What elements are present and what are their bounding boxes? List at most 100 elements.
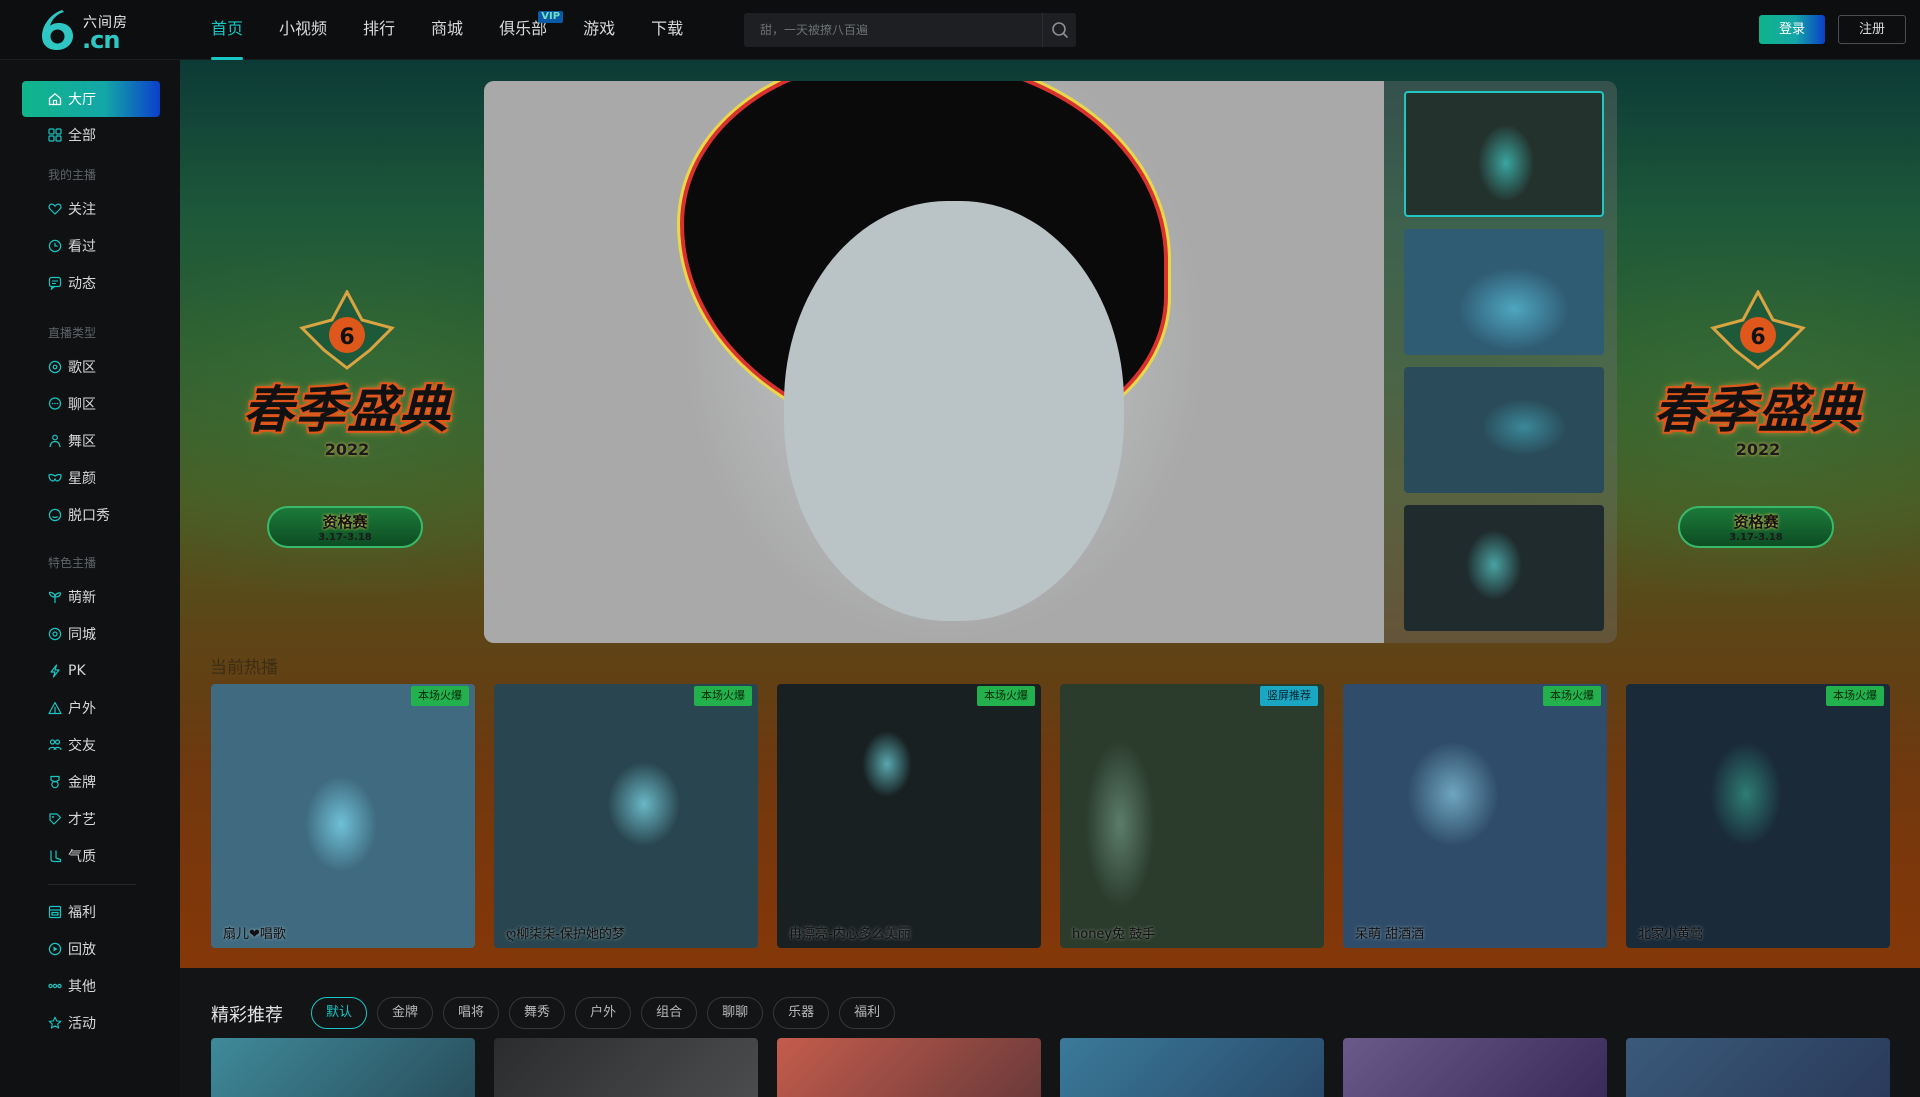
event-badge-right[interactable]: 6 春季盛典 2022 资格赛 3.17-3.18 bbox=[1618, 290, 1898, 560]
stream-card[interactable]: 本场火爆 呆萌 甜酒酒 bbox=[1343, 684, 1607, 948]
video-stream[interactable] bbox=[484, 81, 1384, 643]
sidebar-item-talkshow[interactable]: 脱口秀 bbox=[22, 497, 160, 533]
nav-short-video[interactable]: 小视频 bbox=[279, 0, 327, 60]
register-button[interactable]: 注册 bbox=[1838, 15, 1906, 44]
sidebar-item-label: 交友 bbox=[68, 738, 96, 754]
login-button[interactable]: 登录 bbox=[1759, 15, 1825, 44]
sidebar-item-temperament[interactable]: 气质 bbox=[22, 838, 160, 874]
thumbnail-item[interactable] bbox=[1404, 367, 1604, 493]
sidebar-item-history[interactable]: 看过 bbox=[22, 228, 160, 264]
crest-icon: 6 bbox=[299, 290, 395, 370]
stream-card[interactable]: 本场火爆 冉漂亮-内心多么美丽 bbox=[777, 684, 1041, 948]
sidebar-item-label: 其他 bbox=[68, 979, 96, 995]
sidebar-item-newbie[interactable]: 萌新 bbox=[22, 579, 160, 615]
stream-card[interactable]: 本场火爆 北家小黄莺 bbox=[1626, 684, 1890, 948]
sidebar-item-welfare[interactable]: 福利 bbox=[22, 894, 160, 930]
music-icon bbox=[48, 360, 62, 374]
chip-chat[interactable]: 聊聊 bbox=[707, 997, 764, 1029]
sidebar-item-follow[interactable]: 关注 bbox=[22, 191, 160, 227]
event-year: 2022 bbox=[1735, 440, 1781, 459]
sidebar-item-beauty[interactable]: 星颜 bbox=[22, 460, 160, 496]
sidebar-item-label: 同城 bbox=[68, 627, 96, 643]
thumbnail-item[interactable] bbox=[1404, 91, 1604, 217]
main-nav: 首页 小视频 排行 商城 俱乐部 VIP 游戏 下载 bbox=[211, 0, 719, 60]
recommend-title: 精彩推荐 bbox=[211, 1005, 283, 1026]
event-badge-left[interactable]: 6 春季盛典 2022 资格赛 3.17-3.18 bbox=[207, 290, 487, 560]
logo-six-icon bbox=[42, 10, 73, 50]
sidebar-item-lobby[interactable]: 大厅 bbox=[22, 81, 160, 117]
search-input[interactable] bbox=[744, 13, 1040, 47]
recommend-card[interactable] bbox=[494, 1038, 758, 1097]
search-button[interactable] bbox=[1042, 13, 1076, 47]
card-streamer-name: 北家小黄莺 bbox=[1638, 927, 1704, 942]
sidebar-item-label: 大厅 bbox=[68, 92, 96, 108]
site-logo[interactable]: 六间房 .cn bbox=[38, 8, 132, 54]
recommend-card[interactable] bbox=[211, 1038, 475, 1097]
recommend-card-row bbox=[211, 1038, 1920, 1097]
chip-dance[interactable]: 舞秀 bbox=[509, 997, 566, 1029]
chip-gold[interactable]: 金牌 bbox=[377, 997, 434, 1029]
sidebar-item-label: 歌区 bbox=[68, 360, 96, 376]
stream-card[interactable]: 竖屏推荐 honey兔 鼓手 bbox=[1060, 684, 1324, 948]
recommend-card[interactable] bbox=[1343, 1038, 1607, 1097]
nav-store[interactable]: 商城 bbox=[431, 0, 463, 60]
card-streamer-name: honey兔 鼓手 bbox=[1072, 927, 1156, 942]
event-qualifier-pill[interactable]: 资格赛 3.17-3.18 bbox=[267, 506, 423, 548]
search-box bbox=[744, 13, 1076, 47]
event-qualifier-pill[interactable]: 资格赛 3.17-3.18 bbox=[1678, 506, 1834, 548]
event-dates: 3.17-3.18 bbox=[318, 532, 372, 543]
sidebar-item-talent[interactable]: 才艺 bbox=[22, 801, 160, 837]
sidebar-item-label: 星颜 bbox=[68, 471, 96, 487]
sidebar-item-gold[interactable]: 金牌 bbox=[22, 764, 160, 800]
recommend-card[interactable] bbox=[1060, 1038, 1324, 1097]
sidebar-item-replay[interactable]: 回放 bbox=[22, 931, 160, 967]
sidebar-item-pk[interactable]: PK bbox=[22, 653, 160, 689]
sidebar-item-dance[interactable]: 舞区 bbox=[22, 423, 160, 459]
chip-outdoor[interactable]: 户外 bbox=[575, 997, 632, 1029]
sprout-icon bbox=[48, 591, 62, 603]
top-header: 六间房 .cn 首页 小视频 排行 商城 俱乐部 VIP 游戏 下载 登录 注册 bbox=[0, 0, 1920, 60]
recommend-card[interactable] bbox=[1626, 1038, 1890, 1097]
chip-group[interactable]: 组合 bbox=[641, 997, 698, 1029]
nav-home[interactable]: 首页 bbox=[211, 0, 244, 60]
stream-card[interactable]: 本场火爆 扇儿❤唱歌 bbox=[211, 684, 475, 948]
card-tag: 竖屏推荐 bbox=[1260, 686, 1318, 706]
sidebar-item-chatting[interactable]: 聊区 bbox=[22, 386, 160, 422]
mask-icon bbox=[48, 473, 62, 482]
sidebar-item-label: 活动 bbox=[68, 1016, 96, 1032]
sidebar-item-local[interactable]: 同城 bbox=[22, 616, 160, 652]
home-icon bbox=[48, 92, 62, 106]
thumbnail-item[interactable] bbox=[1404, 229, 1604, 355]
sidebar-section-my: 我的主播 bbox=[48, 168, 97, 182]
thumbnail-item[interactable] bbox=[1404, 505, 1604, 631]
sidebar-item-other[interactable]: 其他 bbox=[22, 968, 160, 1004]
nav-games[interactable]: 游戏 bbox=[583, 0, 615, 60]
nav-ranking[interactable]: 排行 bbox=[363, 0, 395, 60]
nav-download[interactable]: 下载 bbox=[651, 0, 683, 60]
sidebar-item-all[interactable]: 全部 bbox=[22, 117, 160, 153]
recommend-card[interactable] bbox=[777, 1038, 1041, 1097]
event-title: 春季盛典 bbox=[243, 380, 451, 439]
event-qualifier-label: 资格赛 bbox=[1733, 513, 1779, 531]
chip-instrument[interactable]: 乐器 bbox=[773, 997, 830, 1029]
lightning-icon bbox=[50, 664, 60, 678]
vip-badge: VIP bbox=[538, 11, 564, 23]
boot-icon bbox=[50, 850, 62, 863]
sidebar-item-feed[interactable]: 动态 bbox=[22, 265, 160, 301]
sidebar-item-friends[interactable]: 交友 bbox=[22, 727, 160, 763]
chip-welfare[interactable]: 福利 bbox=[839, 997, 896, 1029]
card-streamer-name: 呆萌 甜酒酒 bbox=[1355, 927, 1425, 942]
card-streamer-name: 冉漂亮-内心多么美丽 bbox=[789, 927, 911, 942]
sidebar-item-singing[interactable]: 歌区 bbox=[22, 349, 160, 385]
sidebar-item-outdoor[interactable]: 户外 bbox=[22, 690, 160, 726]
chip-default[interactable]: 默认 bbox=[311, 997, 368, 1029]
nav-club[interactable]: 俱乐部 VIP bbox=[499, 0, 564, 60]
clock-icon bbox=[48, 239, 62, 253]
card-tag: 本场火爆 bbox=[1826, 686, 1884, 706]
replay-icon bbox=[48, 942, 62, 956]
svg-text:6: 6 bbox=[1750, 325, 1765, 350]
stream-card[interactable]: 本场火爆 ღ柳柒柒-保护她的梦 bbox=[494, 684, 758, 948]
chip-singer[interactable]: 唱将 bbox=[443, 997, 500, 1029]
recommend-filter-chips: 默认 金牌 唱将 舞秀 户外 组合 聊聊 乐器 福利 bbox=[311, 997, 905, 1029]
sidebar-item-events[interactable]: 活动 bbox=[22, 1005, 160, 1041]
